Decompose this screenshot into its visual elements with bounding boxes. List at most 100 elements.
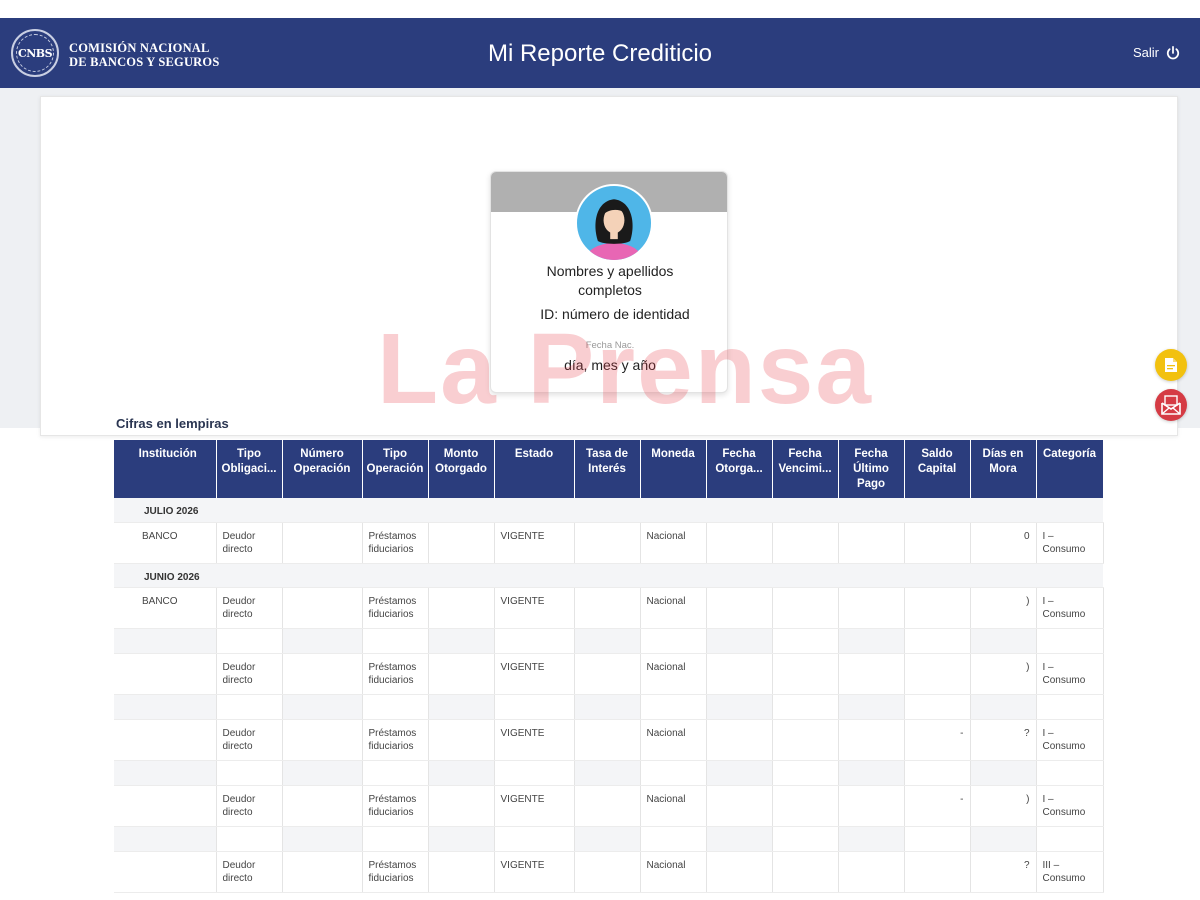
table-row[interactable]: Deudor directo Préstamos fiduciarios VIGEN… — [114, 719, 1104, 761]
cell-f-venc — [772, 785, 839, 827]
birthdate-label: Fecha Nac. — [585, 340, 635, 351]
cell-f-ultimo — [838, 851, 905, 893]
table-header-row: Institución Tipo Obligaci... Número Operac… — [114, 440, 1104, 498]
month-label: JUNIO 2026 — [114, 563, 1103, 588]
cell-f-ultimo — [838, 653, 905, 695]
spacer-cell — [282, 694, 363, 720]
cell-moneda: Nacional — [640, 785, 707, 827]
download-pdf-button[interactable] — [1155, 349, 1187, 381]
cell-moneda: Nacional — [640, 587, 707, 629]
column-header[interactable]: Tasa de Interés — [574, 440, 641, 498]
spacer-cell — [282, 760, 363, 786]
send-email-button[interactable] — [1155, 389, 1187, 421]
spacer-cell — [838, 628, 905, 654]
cell-f-otorga — [706, 719, 773, 761]
cell-estado: VIGENTE — [494, 785, 575, 827]
cell-f-otorga — [706, 785, 773, 827]
column-header[interactable]: Estado — [494, 440, 575, 498]
cell-monto — [428, 587, 495, 629]
cell-monto — [428, 851, 495, 893]
column-header[interactable]: Fecha Último Pago — [838, 440, 905, 498]
cell-f-ultimo — [838, 719, 905, 761]
month-label: JULIO 2026 — [114, 498, 1103, 523]
spacer-cell — [428, 694, 495, 720]
cell-moneda: Nacional — [640, 653, 707, 695]
spacer-cell — [362, 760, 429, 786]
cell-f-otorga — [706, 522, 773, 564]
cell-tipo-operacion: Préstamos fiduciarios — [362, 851, 429, 893]
spacer-cell — [362, 694, 429, 720]
spacer-cell — [640, 694, 707, 720]
spacer-cell — [428, 628, 495, 654]
cell-tasa — [574, 653, 641, 695]
column-header[interactable]: Institución — [114, 440, 217, 498]
cell-institucion — [114, 851, 217, 893]
column-header[interactable]: Tipo Operación — [362, 440, 429, 498]
cell-categoria: III – Consumo — [1036, 851, 1104, 893]
cell-estado: VIGENTE — [494, 653, 575, 695]
cell-categoria: I – Consumo — [1036, 653, 1104, 695]
column-header[interactable]: Número Operación — [282, 440, 363, 498]
cell-f-ultimo — [838, 785, 905, 827]
spacer-cell — [904, 826, 971, 852]
spacer-cell — [282, 826, 363, 852]
avatar — [575, 184, 653, 262]
month-group-row: JUNIO 2026 — [114, 563, 1103, 588]
spacer-cell — [574, 760, 641, 786]
month-group-row: JULIO 2026 — [114, 498, 1103, 523]
cell-estado: VIGENTE — [494, 719, 575, 761]
cell-saldo: - — [904, 719, 971, 761]
spacer-cell — [772, 628, 839, 654]
spacer-cell — [114, 760, 217, 786]
cell-mora: 0 — [970, 522, 1037, 564]
spacer-cell — [1036, 826, 1104, 852]
column-header[interactable]: Saldo Capital — [904, 440, 971, 498]
cell-moneda: Nacional — [640, 719, 707, 761]
table-row[interactable]: Deudor directo Préstamos fiduciarios VIGEN… — [114, 785, 1104, 827]
column-header[interactable]: Tipo Obligaci... — [216, 440, 283, 498]
cell-estado: VIGENTE — [494, 587, 575, 629]
spacer-cell — [216, 628, 283, 654]
cell-tasa — [574, 587, 641, 629]
pdf-file-icon — [1165, 358, 1177, 372]
column-header[interactable]: Fecha Vencimi... — [772, 440, 839, 498]
table-row[interactable]: Deudor directo Préstamos fiduciarios VIGEN… — [114, 851, 1104, 893]
cell-f-venc — [772, 851, 839, 893]
column-header[interactable]: Días en Mora — [970, 440, 1037, 498]
section-title: Cifras en lempiras — [116, 416, 229, 431]
spacer-cell — [574, 694, 641, 720]
spacer-cell — [838, 826, 905, 852]
column-header[interactable]: Moneda — [640, 440, 707, 498]
row-spacer — [114, 826, 1104, 852]
power-icon — [1166, 45, 1180, 59]
spacer-cell — [362, 826, 429, 852]
cell-tasa — [574, 719, 641, 761]
cell-numero — [282, 785, 363, 827]
cell-numero — [282, 719, 363, 761]
profile-id: ID: número de identidad — [540, 306, 690, 322]
cell-saldo: - — [904, 785, 971, 827]
spacer-cell — [640, 826, 707, 852]
spacer-cell — [640, 760, 707, 786]
top-navbar: CNBS COMISIÓN NACIONAL DE BANCOS Y SEGUR… — [0, 18, 1200, 88]
table-row[interactable]: Deudor directo Préstamos fiduciarios VIGEN… — [114, 653, 1104, 695]
cell-numero — [282, 522, 363, 564]
column-header[interactable]: Monto Otorgado — [428, 440, 495, 498]
spacer-cell — [216, 826, 283, 852]
spacer-cell — [362, 628, 429, 654]
spacer-cell — [772, 694, 839, 720]
table-row[interactable]: BANCO Deudor directo Préstamos fiduciarios… — [114, 522, 1104, 564]
cell-institucion — [114, 653, 217, 695]
column-header[interactable]: Fecha Otorga... — [706, 440, 773, 498]
spacer-cell — [1036, 694, 1104, 720]
cell-saldo — [904, 587, 971, 629]
logout-button[interactable]: Salir — [1133, 45, 1180, 60]
cell-moneda: Nacional — [640, 851, 707, 893]
column-header[interactable]: Categoría — [1036, 440, 1104, 498]
credit-report-table: Institución Tipo Obligaci... Número Operac… — [114, 440, 1104, 893]
table-row[interactable]: BANCO Deudor directo Préstamos fiduciarios… — [114, 587, 1104, 629]
user-avatar-icon — [585, 199, 643, 260]
row-spacer — [114, 694, 1104, 720]
row-spacer — [114, 628, 1104, 654]
cell-estado: VIGENTE — [494, 851, 575, 893]
